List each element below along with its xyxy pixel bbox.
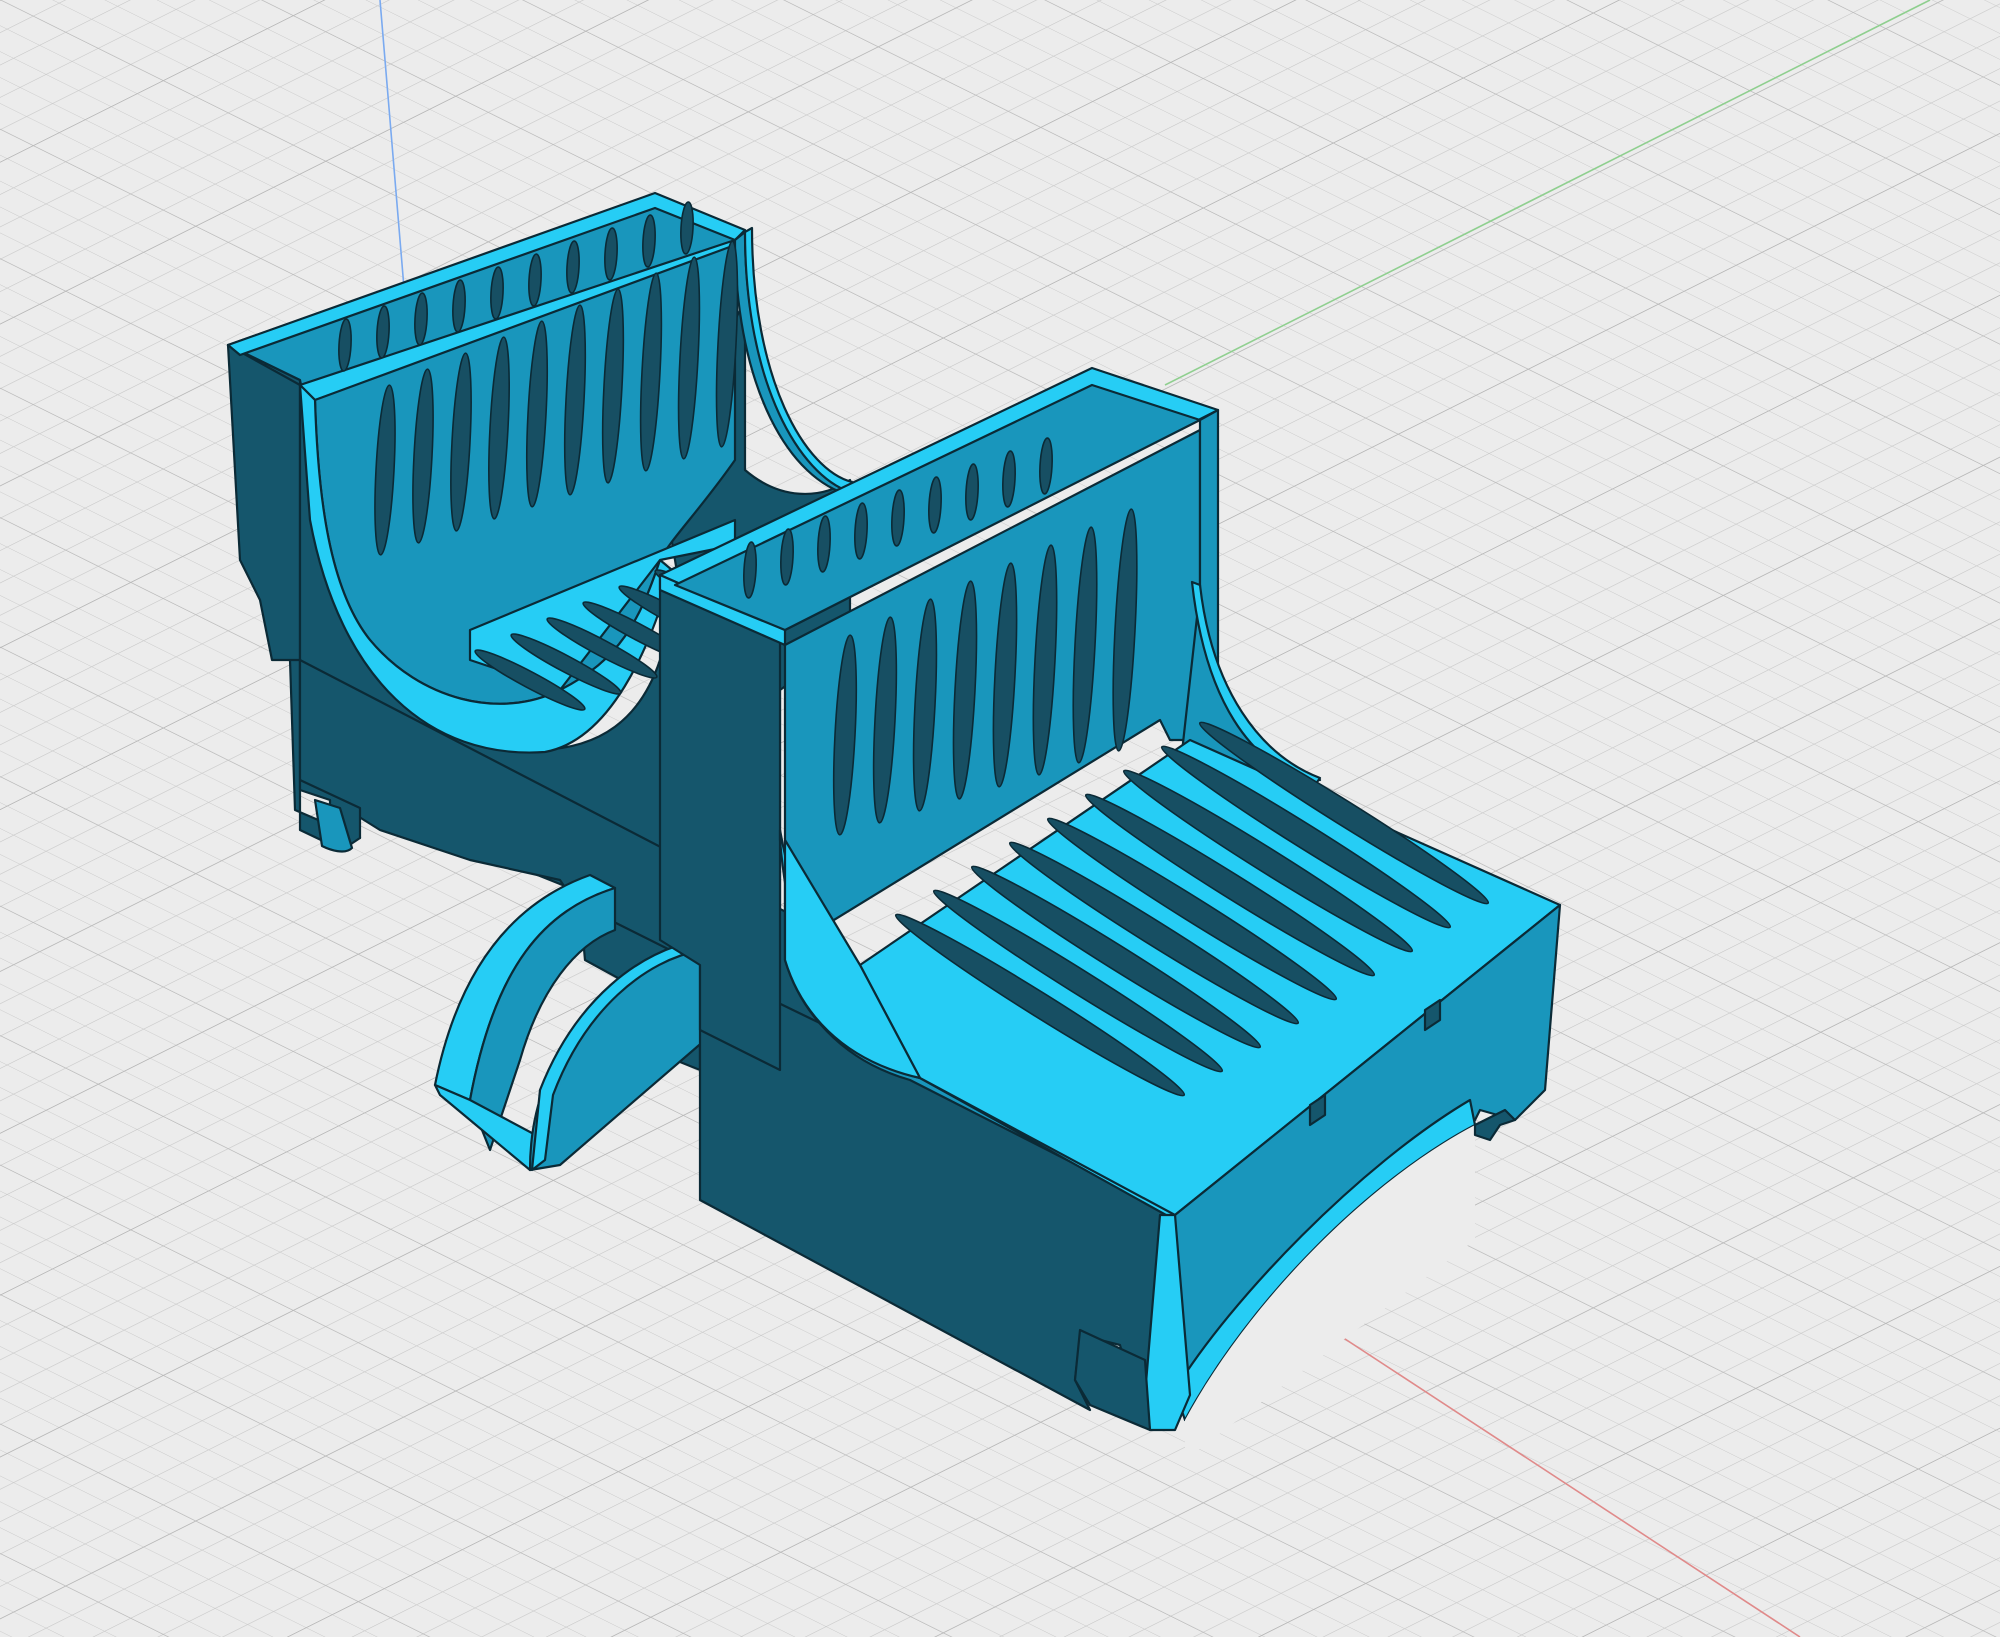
3d-viewport[interactable] (0, 0, 2000, 1637)
